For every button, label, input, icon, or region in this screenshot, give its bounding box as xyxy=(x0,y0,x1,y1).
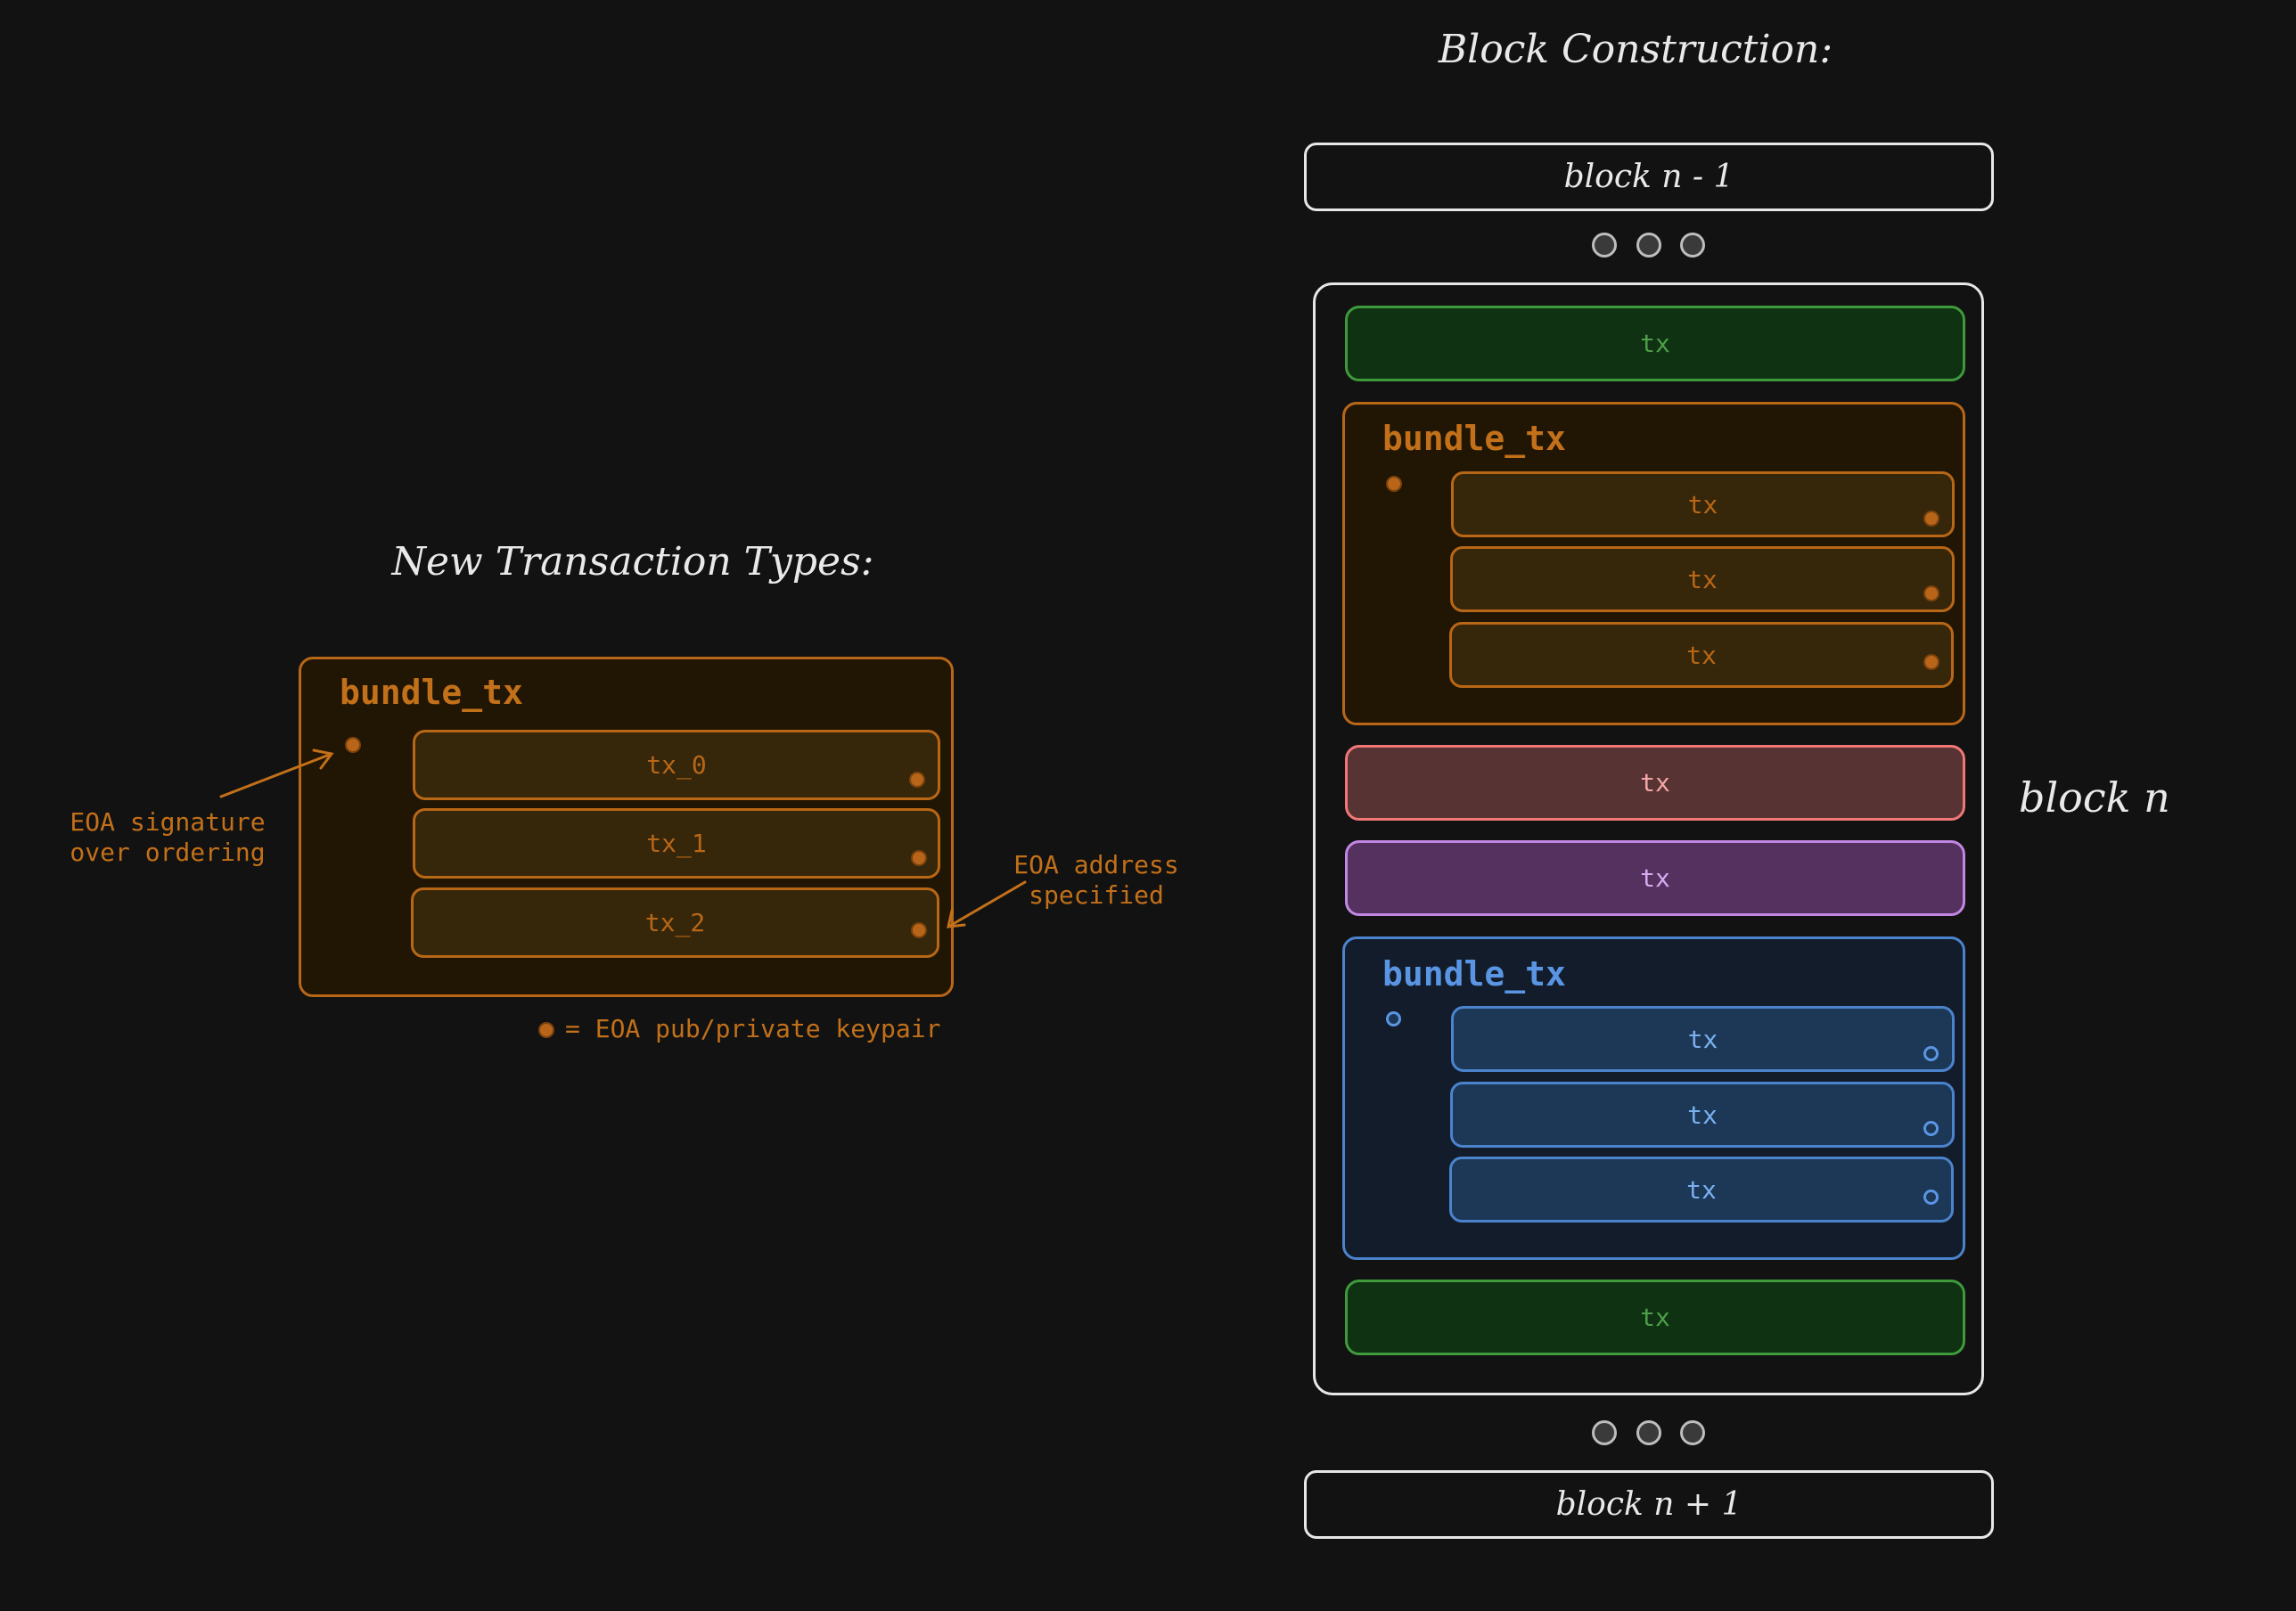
bundle-blue-tx-3-dot xyxy=(1923,1190,1939,1205)
tx-label: tx xyxy=(1687,1100,1718,1130)
tx-label: tx xyxy=(1640,1303,1670,1332)
ellipsis-dot-icon xyxy=(1680,233,1705,258)
block-prev-label: block n - 1 xyxy=(1563,159,1734,195)
tx-label: tx xyxy=(1640,329,1670,358)
bundle-orange-tx-3-dot xyxy=(1923,654,1939,670)
legend-text: = EOA pub/private keypair xyxy=(565,1014,941,1043)
bundle-orange-tx-2: tx xyxy=(1450,546,1955,612)
tx-label: tx xyxy=(1687,1024,1718,1054)
ellipsis-dot-icon xyxy=(1680,1420,1705,1445)
bundle-tx-orange-label: bundle_tx xyxy=(1382,419,1566,458)
tx-bar-purple: tx xyxy=(1345,840,1965,916)
right-title: Block Construction: xyxy=(1438,27,1833,72)
tx-label: tx xyxy=(1687,489,1718,519)
tx-label: tx xyxy=(1640,863,1670,893)
tx-bar-red: tx xyxy=(1345,745,1965,821)
tx-label: tx xyxy=(1640,768,1670,797)
tx-bar-green-bottom: tx xyxy=(1345,1280,1965,1355)
bundle-blue-tx-2: tx xyxy=(1450,1082,1955,1148)
block-next-label: block n + 1 xyxy=(1555,1486,1742,1523)
address-arrow xyxy=(947,880,1027,928)
bundle-blue-keypair-dot xyxy=(1386,1011,1401,1026)
block-next: block n + 1 xyxy=(1304,1470,1994,1539)
bundle-blue-tx-1-dot xyxy=(1923,1046,1939,1061)
bundle-orange-tx-2-dot xyxy=(1923,585,1939,601)
bundle-orange-tx-1: tx xyxy=(1451,471,1955,537)
tx-label: tx xyxy=(1686,640,1717,670)
ellipsis-dot-icon xyxy=(1636,1420,1661,1445)
bundle-orange-keypair-dot xyxy=(1386,476,1402,492)
bundle-orange-tx-1-dot xyxy=(1923,511,1939,527)
bundle-tx-blue-label: bundle_tx xyxy=(1382,954,1566,994)
ellipsis-dot-icon xyxy=(1592,1420,1617,1445)
bundle-blue-tx-1: tx xyxy=(1451,1006,1955,1072)
block-prev: block n - 1 xyxy=(1304,143,1994,211)
bundle-blue-tx-3: tx xyxy=(1449,1157,1954,1223)
ellipsis-dot-icon xyxy=(1636,233,1661,258)
legend-keypair-dot xyxy=(538,1022,554,1038)
ellipsis-dot-icon xyxy=(1592,233,1617,258)
tx-label: tx xyxy=(1687,564,1718,594)
bundle-orange-tx-3: tx xyxy=(1449,622,1954,688)
signature-arrow xyxy=(219,748,334,798)
bundle-blue-tx-2-dot xyxy=(1923,1121,1939,1136)
tx-bar-green-top: tx xyxy=(1345,306,1965,381)
block-current-label: block n xyxy=(2019,773,2170,822)
tx-label: tx xyxy=(1686,1174,1717,1205)
